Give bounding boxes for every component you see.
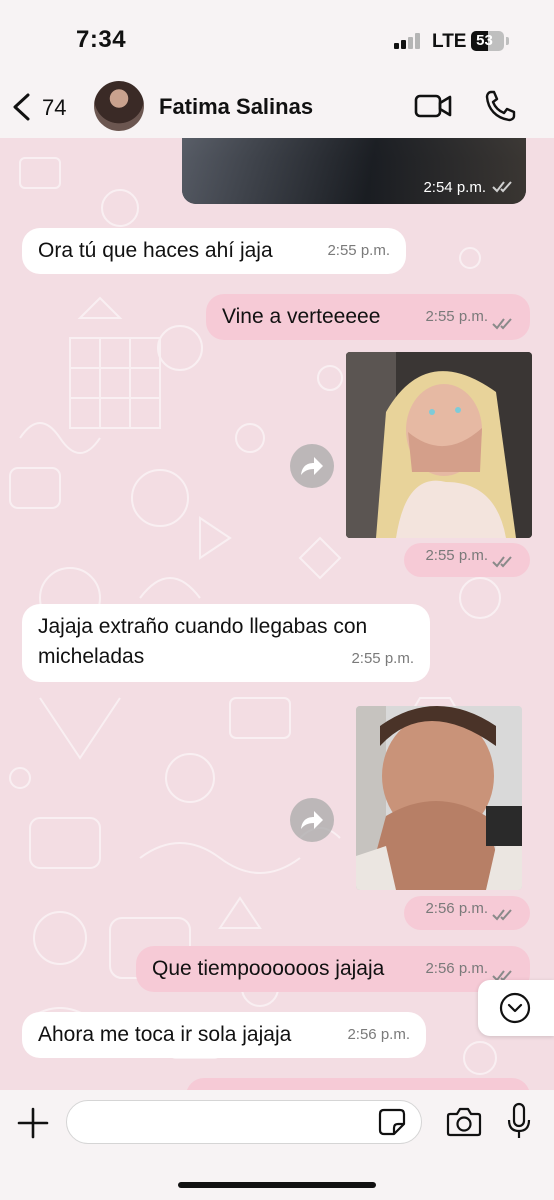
battery-level: 53 — [476, 32, 493, 49]
plus-icon[interactable] — [16, 1106, 50, 1140]
read-ticks-icon — [492, 909, 512, 921]
message-bubble-incoming[interactable]: Ahora me toca ir sola jajaja 2:56 p.m. — [22, 1012, 426, 1058]
unread-count: 74 — [42, 95, 67, 120]
message-bubble-outgoing[interactable]: Que tiempoooooos jajaja 2:56 p.m. — [136, 946, 530, 992]
message-text-line: Jajaja extraño cuando llegabas con — [38, 615, 368, 638]
cellular-signal-icon — [394, 33, 422, 49]
microphone-icon[interactable] — [506, 1102, 532, 1140]
message-text: Vine a verteeeee — [222, 305, 381, 328]
read-ticks-icon — [492, 556, 512, 568]
status-time: 7:34 — [76, 26, 127, 53]
message-time: 2:55 p.m. — [425, 547, 488, 564]
message-bubble-incoming[interactable]: Ora tú que haces ahí jaja 2:55 p.m. — [22, 228, 406, 274]
contact-name[interactable]: Fatima Salinas — [159, 94, 313, 120]
network-type: LTE — [432, 31, 467, 52]
media-message[interactable] — [356, 706, 522, 890]
status-bar: 7:34 LTE 53 — [0, 0, 554, 78]
message-bubble-outgoing-partial — [186, 1078, 530, 1090]
media-timestamp-bubble: 2:55 p.m. — [404, 543, 530, 577]
back-button[interactable]: 74 — [10, 90, 72, 126]
message-time: 2:56 p.m. — [347, 1026, 410, 1043]
message-text: Ahora me toca ir sola jajaja — [38, 1023, 292, 1046]
message-bubble-incoming[interactable]: Jajaja extraño cuando llegabas con miche… — [22, 604, 430, 682]
message-time: 2:56 p.m. — [425, 960, 488, 977]
back-chevron-icon — [13, 93, 30, 121]
read-ticks-icon — [492, 318, 512, 330]
forward-button[interactable] — [290, 798, 334, 842]
message-input[interactable] — [66, 1100, 422, 1144]
sticker-icon[interactable] — [378, 1108, 406, 1136]
message-text: Que tiempoooooos jajaja — [152, 957, 385, 980]
media-message[interactable]: 2:54 p.m. — [182, 138, 526, 204]
message-time: 2:56 p.m. — [425, 900, 488, 917]
message-time: 2:55 p.m. — [327, 242, 390, 259]
message-bubble-outgoing[interactable]: Vine a verteeeee 2:55 p.m. — [206, 294, 530, 340]
avatar[interactable] — [94, 81, 144, 131]
media-message[interactable] — [346, 352, 532, 538]
message-time: 2:55 p.m. — [425, 308, 488, 325]
message-time: 2:55 p.m. — [351, 650, 414, 667]
media-thumbnail — [346, 352, 532, 538]
home-indicator — [178, 1182, 376, 1188]
message-text: Ora tú que haces ahí jaja — [38, 239, 273, 262]
forward-icon — [301, 457, 323, 475]
battery-tip — [506, 37, 509, 45]
chat-header: 74 Fatima Salinas — [0, 78, 554, 138]
scroll-to-bottom-button[interactable] — [478, 980, 554, 1036]
forward-icon — [301, 811, 323, 829]
message-time: 2:54 p.m. — [423, 179, 486, 196]
camera-icon[interactable] — [446, 1106, 482, 1138]
read-ticks-icon — [492, 181, 512, 193]
battery-icon: 53 — [471, 31, 504, 51]
video-call-icon[interactable] — [414, 91, 452, 121]
phone-call-icon[interactable] — [484, 89, 516, 123]
chat-area[interactable]: 2:54 p.m. Ora tú que haces ahí jaja 2:55… — [0, 138, 554, 1090]
media-timestamp-bubble: 2:56 p.m. — [404, 896, 530, 930]
chevron-down-icon — [499, 992, 531, 1024]
media-thumbnail — [356, 706, 522, 890]
input-bar — [0, 1090, 554, 1200]
forward-button[interactable] — [290, 444, 334, 488]
